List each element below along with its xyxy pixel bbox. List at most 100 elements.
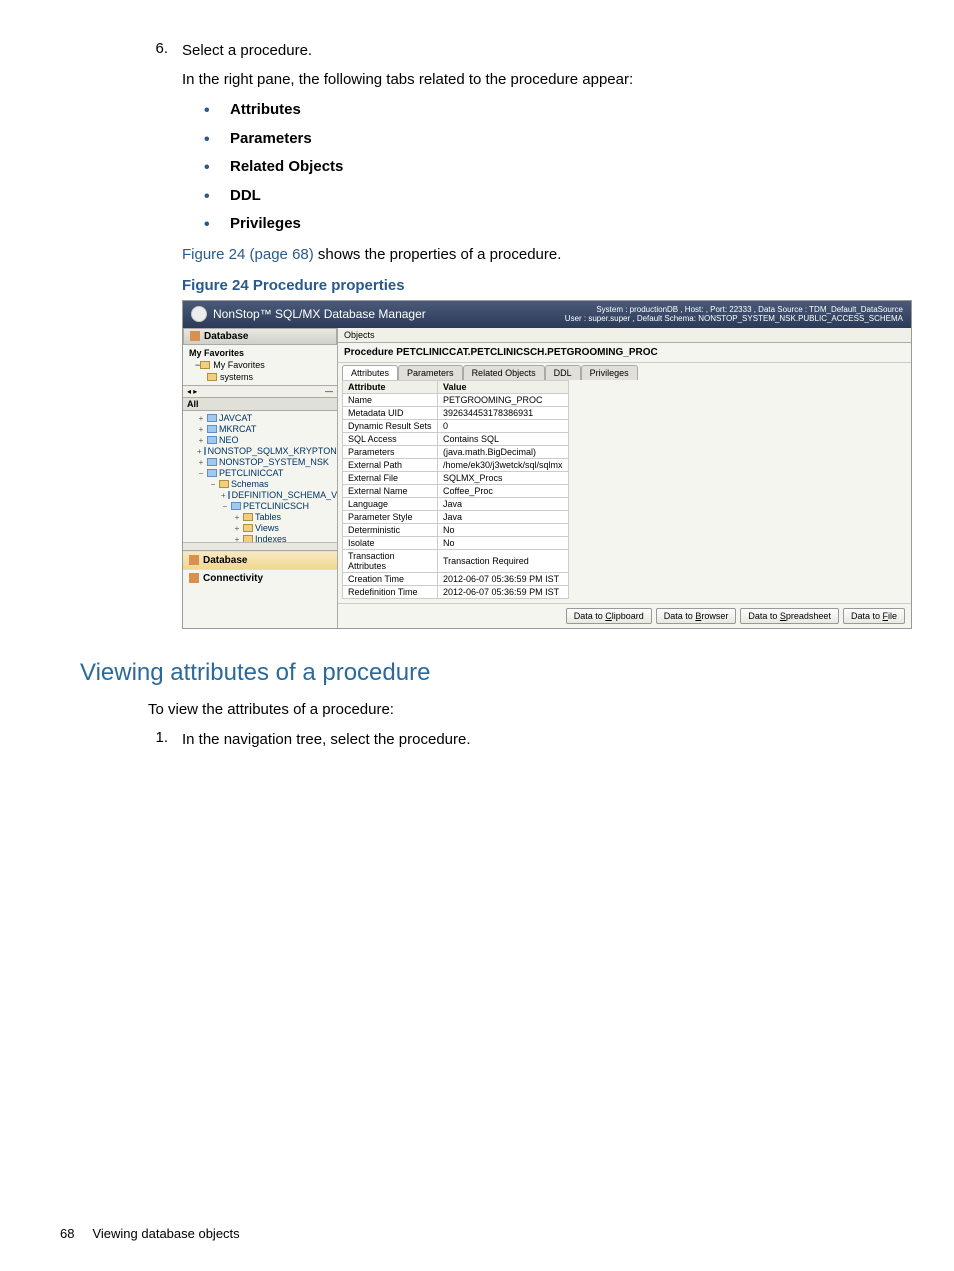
tab-bullet-item: Parameters — [188, 128, 894, 151]
table-cell: (java.math.BigDecimal) — [438, 445, 569, 458]
app-icon — [191, 306, 207, 322]
step-1: 1. In the navigation tree, select the pr… — [138, 729, 894, 752]
table-cell: External Name — [343, 484, 438, 497]
table-cell: Java — [438, 510, 569, 523]
step-text: Select a procedure. — [182, 40, 894, 63]
table-row: Parameters(java.math.BigDecimal) — [343, 445, 569, 458]
tree-node[interactable]: −Schemas — [185, 479, 335, 490]
footer-text: Viewing database objects — [92, 1226, 239, 1241]
tree-node[interactable]: +JAVCAT — [185, 413, 335, 424]
table-cell: Creation Time — [343, 572, 438, 585]
status-line-1: System : productionDB , Host: , Port: 22… — [565, 305, 903, 315]
tree-node[interactable]: −PETCLINICCAT — [185, 468, 335, 479]
export-buttons-row: Data to ClipboardData to BrowserData to … — [338, 603, 911, 628]
table-cell: Isolate — [343, 536, 438, 549]
tree-node[interactable]: +MKRCAT — [185, 424, 335, 435]
table-cell: Dynamic Result Sets — [343, 419, 438, 432]
tree-node[interactable]: −PETCLINICSCH — [185, 501, 335, 512]
export-button[interactable]: Data to Spreadsheet — [740, 608, 839, 624]
tree-all-label[interactable]: All — [183, 398, 337, 411]
tree-node[interactable]: +NONSTOP_SQLMX_KRYPTON — [185, 446, 335, 457]
table-row: SQL AccessContains SQL — [343, 432, 569, 445]
nav-section-tab[interactable]: Connectivity — [183, 569, 337, 587]
app-title: NonStop™ SQL/MX Database Manager — [213, 307, 565, 321]
favorites-section: My Favorites −My Favoritessystems — [183, 345, 337, 386]
tree-scrollbar[interactable] — [183, 542, 337, 550]
catalog-icon — [207, 469, 217, 477]
tab-bullet-item: DDL — [188, 185, 894, 208]
table-cell: 0 — [438, 419, 569, 432]
folder-icon — [200, 361, 210, 369]
table-cell: Parameters — [343, 445, 438, 458]
catalog-icon — [207, 414, 217, 422]
figure-ref-rest: shows the properties of a procedure. — [314, 246, 562, 263]
table-row: Parameter StyleJava — [343, 510, 569, 523]
tab-bullet-list: AttributesParametersRelated ObjectsDDLPr… — [188, 99, 894, 236]
favorites-item[interactable]: systems — [187, 371, 333, 383]
db-icon — [190, 331, 200, 341]
table-cell: No — [438, 536, 569, 549]
app-titlebar: NonStop™ SQL/MX Database Manager System … — [183, 301, 911, 328]
property-tabs: AttributesParametersRelated ObjectsDDLPr… — [338, 363, 911, 380]
table-cell: External Path — [343, 458, 438, 471]
titlebar-status: System : productionDB , Host: , Port: 22… — [565, 305, 903, 324]
step-number: 1. — [138, 729, 168, 752]
step-text: In the navigation tree, select the proce… — [182, 729, 894, 752]
figure-link[interactable]: Figure 24 (page 68) — [182, 246, 314, 263]
left-panel: Database My Favorites −My Favoritessyste… — [183, 328, 338, 628]
catalog-icon — [207, 458, 217, 466]
property-tab[interactable]: Attributes — [342, 365, 398, 380]
table-row: Dynamic Result Sets0 — [343, 419, 569, 432]
figure-reference: Figure 24 (page 68) shows the properties… — [182, 246, 894, 263]
catalog-icon — [207, 436, 217, 444]
objects-bar[interactable]: Objects — [338, 328, 911, 343]
tree-node[interactable]: +DEFINITION_SCHEMA_VERSI — [185, 490, 335, 501]
right-panel: Objects Procedure PETCLINICCAT.PETCLINIC… — [338, 328, 911, 628]
page-number: 68 — [60, 1226, 74, 1241]
table-row: IsolateNo — [343, 536, 569, 549]
table-cell: /home/ek30/j3wetck/sql/sqlmx — [438, 458, 569, 471]
property-tab[interactable]: Related Objects — [463, 365, 545, 380]
left-bottom-tabs: DatabaseConnectivity — [183, 551, 337, 587]
table-row: External Path/home/ek30/j3wetck/sql/sqlm… — [343, 458, 569, 471]
screenshot-figure-24: NonStop™ SQL/MX Database Manager System … — [182, 300, 912, 629]
table-row: External NameCoffee_Proc — [343, 484, 569, 497]
export-button[interactable]: Data to Browser — [656, 608, 737, 624]
table-cell: Name — [343, 393, 438, 406]
table-cell: Transaction Required — [438, 549, 569, 572]
section-icon — [189, 573, 199, 583]
folder-icon — [243, 513, 253, 521]
tab-bullet-item: Related Objects — [188, 156, 894, 179]
tree-node[interactable]: +Tables — [185, 512, 335, 523]
tree-node[interactable]: +NEO — [185, 435, 335, 446]
export-button[interactable]: Data to Clipboard — [566, 608, 652, 624]
status-line-2: User : super.super , Default Schema: NON… — [565, 314, 903, 324]
folder-icon — [219, 480, 229, 488]
table-cell: 2012-06-07 05:36:59 PM IST — [438, 585, 569, 598]
table-cell: External File — [343, 471, 438, 484]
export-button[interactable]: Data to File — [843, 608, 905, 624]
table-row: Transaction AttributesTransaction Requir… — [343, 549, 569, 572]
property-tab[interactable]: Privileges — [581, 365, 638, 380]
table-cell: SQL Access — [343, 432, 438, 445]
favorites-item[interactable]: −My Favorites — [187, 359, 333, 371]
table-cell: PETGROOMING_PROC — [438, 393, 569, 406]
catalog-icon — [228, 491, 230, 499]
tree-toolbar[interactable]: ◂ ▸— — [183, 386, 337, 398]
table-cell: Parameter Style — [343, 510, 438, 523]
table-cell: Language — [343, 497, 438, 510]
tab-bullet-item: Attributes — [188, 99, 894, 122]
table-header-cell: Value — [438, 380, 569, 393]
property-tab[interactable]: Parameters — [398, 365, 463, 380]
navigation-tree[interactable]: +JAVCAT+MKRCAT+NEO+NONSTOP_SQLMX_KRYPTON… — [183, 411, 337, 551]
property-tab[interactable]: DDL — [545, 365, 581, 380]
table-row: External FileSQLMX_Procs — [343, 471, 569, 484]
database-panel-header[interactable]: Database — [183, 328, 337, 345]
table-row: DeterministicNo — [343, 523, 569, 536]
tree-node[interactable]: +NONSTOP_SYSTEM_NSK — [185, 457, 335, 468]
tree-node[interactable]: +Views — [185, 523, 335, 534]
nav-section-tab[interactable]: Database — [183, 551, 337, 569]
table-cell: Metadata UID — [343, 406, 438, 419]
step-6: 6. Select a procedure. — [138, 40, 894, 63]
object-title: Procedure PETCLINICCAT.PETCLINICSCH.PETG… — [338, 343, 911, 363]
